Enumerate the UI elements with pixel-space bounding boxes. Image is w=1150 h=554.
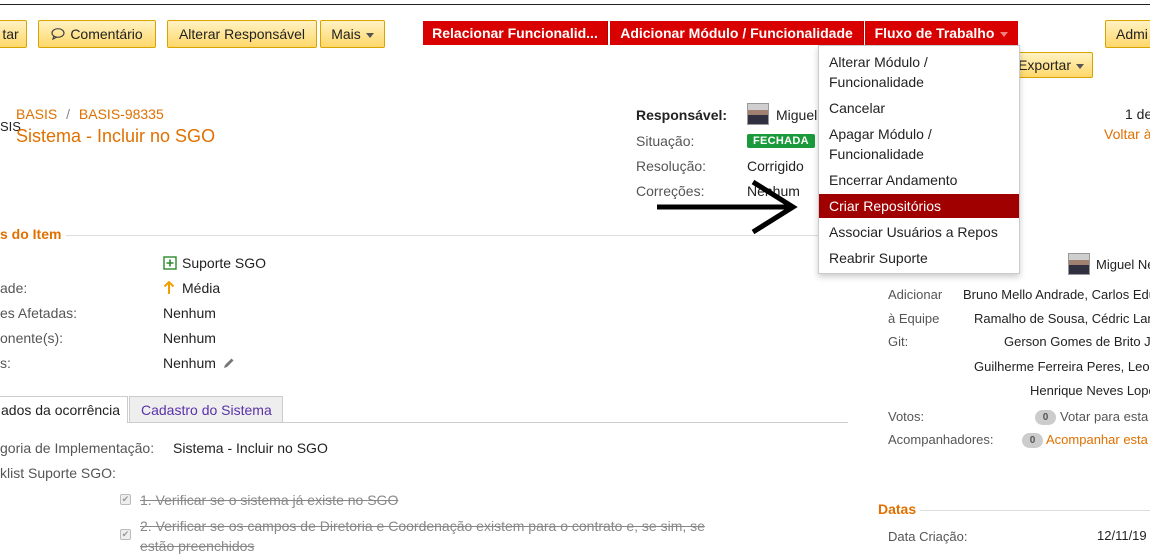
- votes-count: 0: [1035, 410, 1056, 425]
- resolution-label: Resolução:: [636, 158, 707, 174]
- export-label: Exportar: [1018, 57, 1071, 73]
- tab-occurrence-label: ados da ocorrência: [1, 402, 121, 418]
- admin-button[interactable]: Admi: [1105, 20, 1150, 48]
- alter-assignee-button[interactable]: Alterar Responsável: [167, 20, 317, 48]
- comment-button[interactable]: Comentário: [38, 20, 156, 48]
- tab-underline: [128, 422, 848, 423]
- team-line: Guilherme Ferreira Peres, Leor: [974, 359, 1150, 374]
- menu-item-alter-module[interactable]: Alterar Módulo / Funcionalidade: [819, 52, 1019, 92]
- plus-square-icon: [163, 256, 177, 270]
- checklist-label: klist Suporte SGO:: [0, 465, 116, 481]
- export-button[interactable]: Exportar: [1008, 52, 1093, 78]
- vote-link[interactable]: Votar para esta: [1060, 409, 1148, 424]
- divider: [920, 510, 1150, 511]
- details-section-title: s do Item: [0, 226, 62, 242]
- checklist-checkbox[interactable]: ✔: [120, 494, 131, 505]
- workflow-label: Fluxo de Trabalho: [874, 25, 995, 41]
- menu-item-create-repos[interactable]: Criar Repositórios: [819, 194, 1019, 218]
- menu-item-close-progress[interactable]: Encerrar Andamento: [819, 170, 1019, 190]
- back-link[interactable]: Voltar à: [1104, 126, 1150, 142]
- comment-button-label: Comentário: [70, 26, 143, 42]
- status-label: Situação:: [636, 133, 695, 149]
- relate-feature-button[interactable]: Relacionar Funcionalid...: [423, 21, 608, 45]
- priority-value: Média: [163, 280, 220, 296]
- status-badge: FECHADA: [747, 134, 815, 148]
- add-team-label: Adicionar: [888, 287, 943, 302]
- tab-system-label: Cadastro do Sistema: [141, 402, 272, 418]
- alter-assignee-label: Alterar Responsável: [178, 26, 306, 42]
- add-team-label: à Equipe: [888, 311, 940, 326]
- checklist-item-continued: estão preenchidos: [140, 538, 255, 554]
- partial-button[interactable]: tar: [0, 20, 27, 48]
- breadcrumb-issue[interactable]: BASIS-98335: [79, 106, 164, 122]
- labels-label: s:: [0, 355, 11, 371]
- pencil-icon[interactable]: [222, 357, 235, 370]
- team-line: Gerson Gomes de Brito J: [1004, 334, 1150, 349]
- type-value: Suporte SGO: [163, 255, 266, 271]
- watch-link[interactable]: Acompanhar esta: [1046, 432, 1148, 447]
- add-module-button[interactable]: Adicionar Módulo / Funcionalidade: [610, 21, 864, 45]
- tab-occurrence-data[interactable]: ados da ocorrência: [0, 396, 128, 423]
- type-text: Suporte SGO: [182, 255, 267, 271]
- components-label: onente(s):: [0, 330, 64, 346]
- affected-versions-value: Nenhum: [163, 305, 216, 321]
- dates-section-title: Datas: [878, 501, 917, 517]
- more-button[interactable]: Mais: [320, 20, 385, 48]
- more-label: Mais: [331, 26, 361, 42]
- avatar: [747, 103, 769, 125]
- resolution-value: Corrigido: [747, 158, 804, 174]
- category-value: Sistema - Incluir no SGO: [173, 440, 328, 456]
- team-line: Henrique Neves Lope: [1030, 383, 1150, 398]
- arrow-right-icon: [657, 179, 798, 235]
- divider: [66, 235, 848, 236]
- arrow-up-icon: [163, 281, 175, 294]
- components-value: Nenhum: [163, 330, 216, 346]
- pager: 1 de: [1125, 106, 1150, 122]
- responsible-label: Responsável:: [636, 107, 728, 123]
- chevron-down-icon: [365, 32, 374, 38]
- partial-button-label: tar: [2, 26, 19, 42]
- admin-label: Admi: [1116, 26, 1148, 42]
- labels-text: Nenhum: [163, 355, 216, 371]
- watchers-label: Acompanhadores:: [888, 432, 994, 447]
- team-line: Ramalho de Sousa, Cédric Lar: [974, 311, 1150, 326]
- team-line: Bruno Mello Andrade, Carlos Edu: [963, 287, 1150, 302]
- add-module-label: Adicionar Módulo / Funcionalidade: [620, 25, 853, 41]
- menu-item-associate-users[interactable]: Associar Usuários a Repos: [819, 222, 1019, 242]
- breadcrumb: BASIS / BASIS-98335: [16, 106, 164, 122]
- top-border: [0, 4, 1150, 5]
- checklist-checkbox[interactable]: ✔: [120, 529, 131, 540]
- page-title: Sistema - Incluir no SGO: [16, 126, 216, 146]
- votes-label: Votos:: [888, 409, 925, 424]
- category-label: goria de Implementação:: [0, 440, 155, 456]
- add-team-label: Git:: [888, 334, 909, 349]
- priority-text: Média: [182, 280, 221, 296]
- breadcrumb-separator: /: [66, 106, 71, 122]
- watchers-count: 0: [1022, 433, 1043, 448]
- workflow-button[interactable]: Fluxo de Trabalho: [865, 21, 1018, 45]
- priority-label: ade:: [0, 280, 28, 296]
- breadcrumb-project[interactable]: BASIS: [16, 106, 57, 122]
- workflow-menu: Alterar Módulo / Funcionalidade Cancelar…: [818, 45, 1020, 274]
- chevron-down-icon: [1076, 63, 1084, 69]
- responsible-value[interactable]: Miguel: [776, 107, 817, 123]
- tab-system-registry[interactable]: Cadastro do Sistema: [129, 396, 283, 423]
- avatar: [1068, 253, 1090, 275]
- checklist-item: 2. Verificar se os campos de Diretoria e…: [140, 518, 705, 534]
- chevron-down-icon: [1000, 31, 1009, 37]
- checklist-item: 1. Verificar se o sistema já existe no S…: [140, 492, 399, 508]
- relate-feature-label: Relacionar Funcionalid...: [432, 25, 598, 41]
- menu-item-delete-module[interactable]: Apagar Módulo / Funcionalidade: [819, 124, 1019, 164]
- affected-versions-label: es Afetadas:: [0, 305, 78, 321]
- labels-value: Nenhum: [163, 355, 235, 371]
- created-label: Data Criação:: [888, 529, 968, 544]
- comment-icon: [51, 28, 65, 40]
- menu-item-reopen[interactable]: Reabrir Suporte: [819, 248, 1019, 268]
- side-person[interactable]: Miguel Ne: [1096, 257, 1150, 272]
- created-value: 12/11/19: [1097, 528, 1147, 543]
- menu-item-cancel[interactable]: Cancelar: [819, 98, 1019, 118]
